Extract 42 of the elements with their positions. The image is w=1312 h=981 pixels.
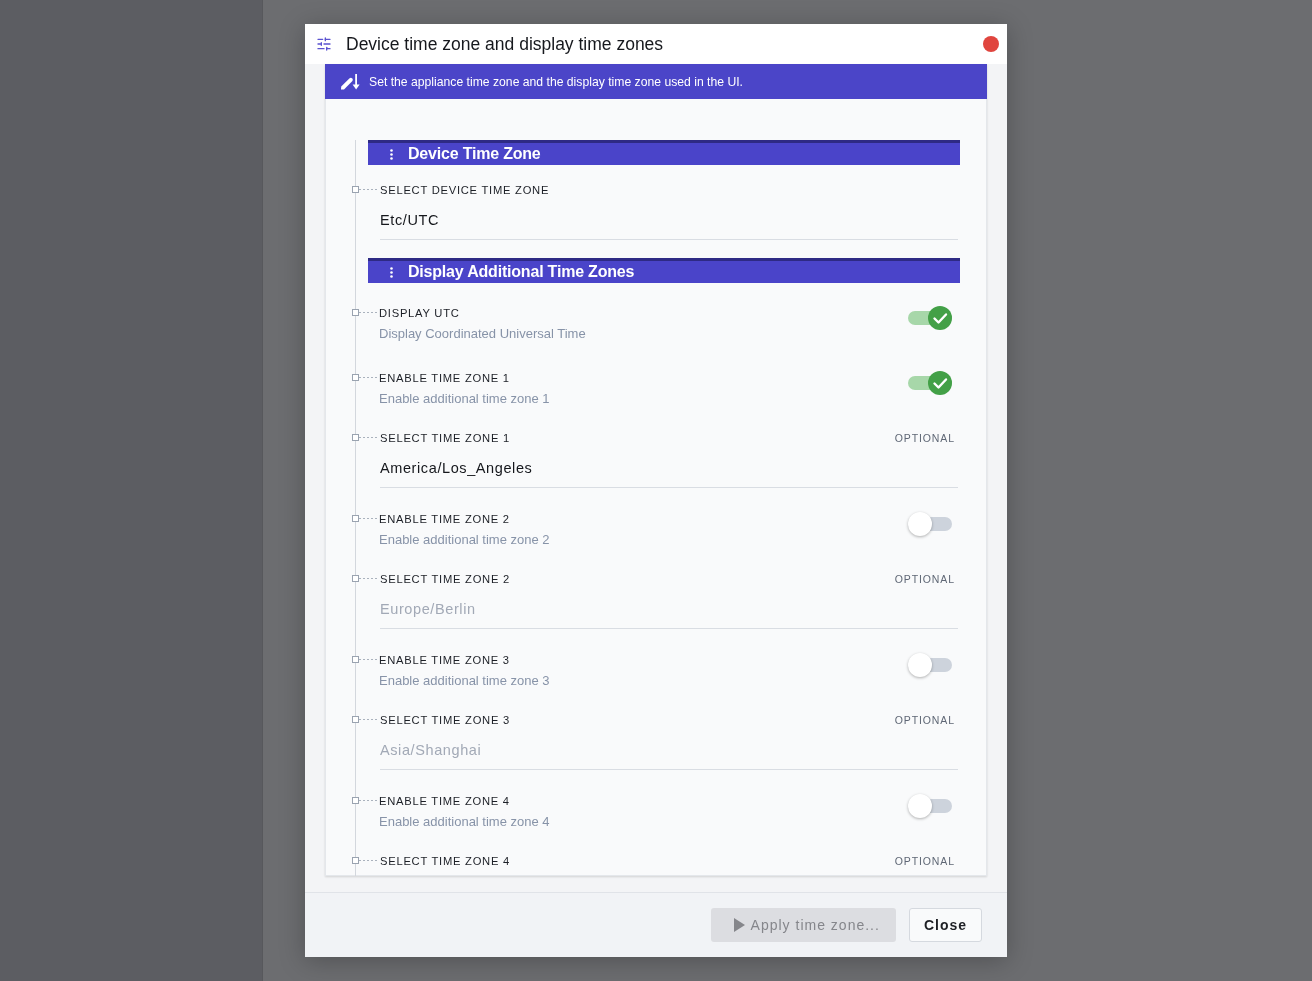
- switch-knob[interactable]: [908, 512, 932, 536]
- optional-label: OPTIONAL: [894, 432, 955, 444]
- section-title: Display Additional Time Zones: [408, 263, 635, 281]
- toggle-switch[interactable]: [908, 306, 952, 330]
- field-description: Enable additional time zone 4: [379, 814, 550, 830]
- check-icon: [928, 371, 952, 395]
- field-description: Enable additional time zone 3: [379, 673, 550, 689]
- field-label: ENABLE TIME ZONE 2: [379, 512, 510, 527]
- field-label: SELECT TIME ZONE 1: [380, 431, 510, 446]
- toggle-switch[interactable]: [908, 794, 952, 818]
- field-label: ENABLE TIME ZONE 3: [379, 653, 510, 668]
- pencil-arrow-icon: [340, 73, 360, 90]
- time-zone-select[interactable]: Etc/UTC: [380, 198, 958, 240]
- optional-label: OPTIONAL: [894, 855, 955, 867]
- optional-label: OPTIONAL: [894, 573, 955, 585]
- field-description: Enable additional time zone 2: [379, 532, 550, 548]
- field-description: Display Coordinated Universal Time: [379, 326, 586, 342]
- sliders-icon: [316, 36, 332, 52]
- field-description: Enable additional time zone 1: [379, 391, 550, 407]
- close-button[interactable]: Close: [908, 908, 982, 942]
- field-label: ENABLE TIME ZONE 1: [379, 371, 510, 386]
- check-icon: [928, 306, 952, 330]
- toggle-switch[interactable]: [908, 371, 952, 395]
- vertical-dots-icon: [390, 148, 393, 160]
- optional-label: OPTIONAL: [894, 714, 955, 726]
- field-label: SELECT DEVICE TIME ZONE: [380, 183, 550, 198]
- dialog-title: Device time zone and display time zones: [346, 33, 665, 55]
- time-zone-select[interactable]: America/Los_Angeles: [380, 446, 958, 488]
- section-title: Device Time Zone: [408, 145, 541, 163]
- field-label: SELECT TIME ZONE 4: [380, 854, 510, 869]
- vertical-dots-icon: [390, 266, 393, 278]
- field-label: DISPLAY UTC: [379, 306, 460, 321]
- switch-knob[interactable]: [908, 794, 932, 818]
- toggle-switch[interactable]: [908, 512, 952, 536]
- field-label: SELECT TIME ZONE 3: [380, 713, 510, 728]
- toggle-switch[interactable]: [908, 653, 952, 677]
- play-icon: [733, 918, 745, 932]
- banner-text: Set the appliance time zone and the display time zone used in the UI.: [369, 74, 743, 89]
- field-label: ENABLE TIME ZONE 4: [379, 794, 510, 809]
- switch-knob[interactable]: [908, 653, 932, 677]
- field-label: SELECT TIME ZONE 2: [380, 572, 510, 587]
- dot-icon[interactable]: [983, 36, 999, 52]
